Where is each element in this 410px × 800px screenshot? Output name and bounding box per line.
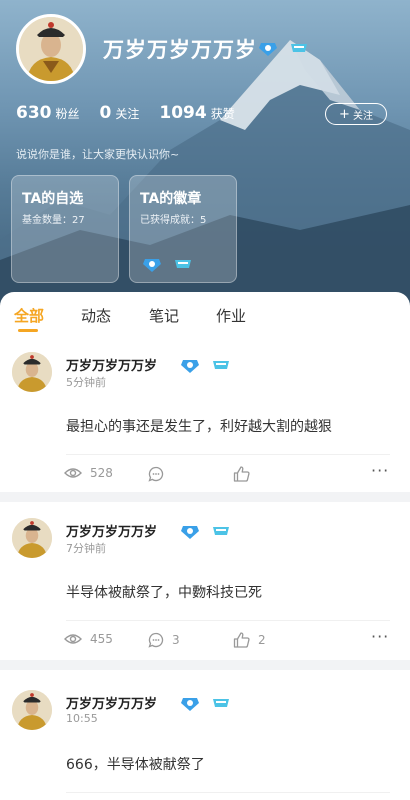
post-badges [180, 693, 231, 712]
divider [66, 620, 390, 621]
comment-icon [148, 632, 164, 648]
views-stat: 528 [64, 466, 113, 480]
post-time: 5分钟前 [66, 376, 106, 389]
likes-label: 获赞 [210, 107, 235, 121]
views-stat: 455 [64, 632, 113, 646]
post-author[interactable]: 万岁万岁万万岁 [66, 521, 157, 540]
views-count: 528 [90, 466, 113, 480]
following-count[interactable]: 0 [100, 103, 112, 123]
tab-bar: 全部 动态 笔记 作业 [0, 292, 410, 336]
profile-nickname: 万岁万岁万万岁 [103, 38, 257, 62]
profile-badges[interactable] [258, 38, 309, 57]
tab-all[interactable]: 全部 [14, 305, 44, 326]
tab-homework[interactable]: 作业 [216, 305, 246, 326]
like-button[interactable]: 2 [233, 632, 266, 648]
post-badges [180, 355, 231, 374]
comment-icon [148, 466, 164, 482]
divider [66, 454, 390, 455]
watchlist-card-subtitle: 基金数量：27 [22, 215, 85, 226]
profile-avatar[interactable] [16, 14, 86, 84]
post-separator [0, 492, 410, 502]
comment-count: 3 [172, 633, 180, 647]
like-count: 2 [258, 633, 266, 647]
tab-active-indicator [18, 329, 38, 332]
post-avatar[interactable] [12, 352, 52, 392]
badges-card-title: TA的徽章 [140, 191, 202, 207]
more-options-icon[interactable]: ··· [371, 627, 389, 646]
profile-header: 万岁万岁万万岁 630 粉丝 0 关注 1094 获赞 + 关注 说说你是谁，让… [0, 0, 410, 310]
badge-teal-icon [213, 526, 230, 535]
badges-card-icons [142, 254, 193, 273]
profile-bio[interactable]: 说说你是谁，让大家更快认识你~ [16, 146, 179, 162]
badge-blue-icon [143, 258, 161, 272]
eye-icon [64, 634, 82, 644]
post-author[interactable]: 万岁万岁万万岁 [66, 355, 157, 374]
badge-blue-icon [181, 525, 199, 539]
post-text[interactable]: 最担心的事还是发生了，利好越大割的越狠 [66, 416, 332, 436]
thumbs-up-icon [233, 466, 250, 482]
content-sheet: 全部 动态 笔记 作业 万岁万岁万万岁 5分钟前 最担心的事还是发生了，利好越大… [0, 292, 410, 800]
eye-icon [64, 468, 82, 478]
thumbs-up-icon [233, 632, 250, 648]
badge-blue-icon [181, 359, 199, 373]
plus-icon: + [339, 106, 350, 122]
post-separator [0, 660, 410, 670]
comment-button[interactable]: 3 [148, 632, 180, 648]
badge-teal-icon [213, 360, 230, 369]
likes-count: 1094 [159, 103, 207, 123]
tab-notes[interactable]: 笔记 [149, 305, 179, 326]
badge-teal-icon [175, 259, 192, 268]
post-badges [180, 521, 231, 540]
fans-count[interactable]: 630 [16, 103, 52, 123]
follow-button-label: 关注 [352, 110, 373, 122]
post-text[interactable]: 666，半导体被献祭了 [66, 754, 205, 774]
fans-label: 粉丝 [55, 107, 80, 121]
watchlist-card[interactable]: TA的自选 基金数量：27 [11, 175, 119, 283]
post-author[interactable]: 万岁万岁万万岁 [66, 693, 157, 712]
comment-button[interactable] [148, 466, 172, 482]
post-item[interactable]: 万岁万岁万万岁 7分钟前 半导体被献祭了，中覅科技已死 455 3 2 ··· [0, 518, 410, 656]
post-text[interactable]: 半导体被献祭了，中覅科技已死 [66, 582, 262, 602]
profile-stats: 630 粉丝 0 关注 1094 获赞 [16, 103, 255, 123]
divider [66, 792, 390, 793]
post-avatar[interactable] [12, 518, 52, 558]
badges-card-subtitle: 已获得成就：5 [140, 215, 207, 226]
post-time: 10:55 [66, 712, 98, 725]
post-time: 7分钟前 [66, 542, 106, 555]
tab-activity[interactable]: 动态 [81, 305, 111, 326]
badge-blue-icon[interactable] [258, 41, 278, 57]
watchlist-card-title: TA的自选 [22, 191, 84, 207]
follow-button[interactable]: + 关注 [325, 103, 387, 125]
post-item[interactable]: 万岁万岁万万岁 5分钟前 最担心的事还是发生了，利好越大割的越狠 528 ··· [0, 352, 410, 492]
badges-card[interactable]: TA的徽章 已获得成就：5 [129, 175, 237, 283]
more-options-icon[interactable]: ··· [371, 461, 389, 480]
post-avatar[interactable] [12, 690, 52, 730]
following-label: 关注 [115, 107, 140, 121]
post-item[interactable]: 万岁万岁万万岁 10:55 666，半导体被献祭了 [0, 690, 410, 800]
badge-teal-icon [213, 698, 230, 707]
badge-blue-icon [181, 697, 199, 711]
views-count: 455 [90, 632, 113, 646]
badge-teal-icon[interactable] [289, 41, 309, 57]
like-button[interactable] [233, 466, 258, 482]
